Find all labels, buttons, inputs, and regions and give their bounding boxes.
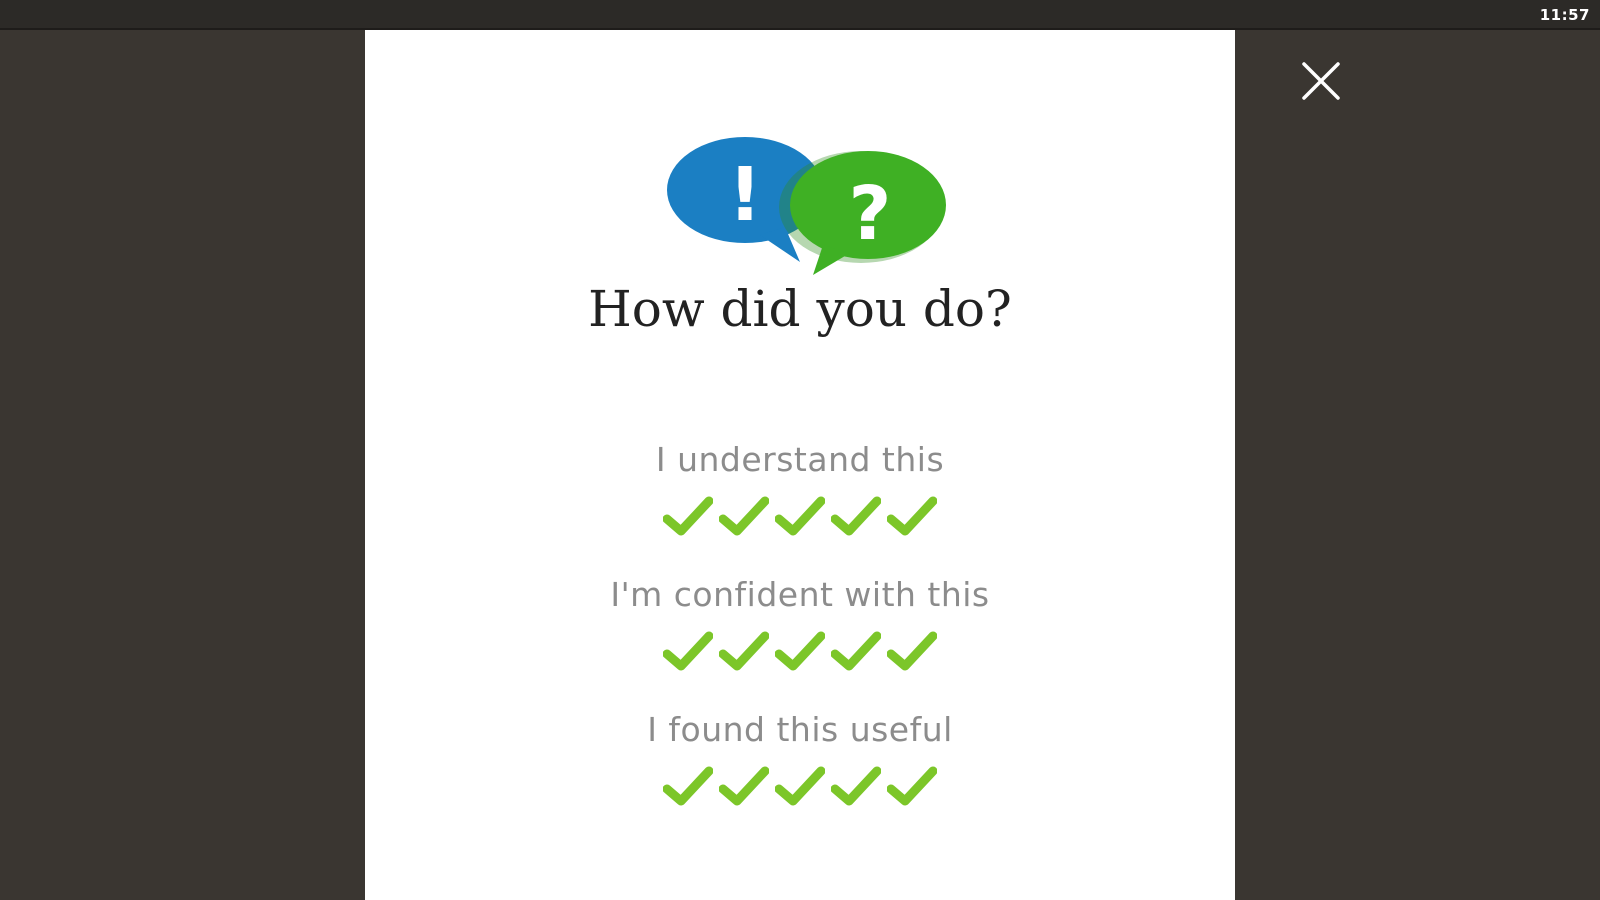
checkmark-icon[interactable] xyxy=(663,495,713,537)
checkmark-icon[interactable] xyxy=(775,765,825,807)
checkmark-icon[interactable] xyxy=(719,495,769,537)
checkmark-icon[interactable] xyxy=(831,495,881,537)
checkmark-icon[interactable] xyxy=(887,495,937,537)
svg-text:!: ! xyxy=(728,152,762,238)
svg-text:?: ? xyxy=(849,171,892,257)
checkmark-icon[interactable] xyxy=(719,630,769,672)
rating-checks xyxy=(365,630,1235,672)
dialog-title: How did you do? xyxy=(588,280,1012,338)
rating-confident: I'm confident with this xyxy=(365,575,1235,672)
rating-checks xyxy=(365,495,1235,537)
close-button[interactable] xyxy=(1300,60,1342,102)
speech-bubbles-icon: ! ? xyxy=(667,137,946,275)
status-bar: 11:57 xyxy=(0,0,1600,30)
checkmark-icon[interactable] xyxy=(831,630,881,672)
rating-understand: I understand this xyxy=(365,440,1235,537)
checkmark-icon[interactable] xyxy=(887,765,937,807)
feedback-dialog: ! ? How did you do? I understand this I'… xyxy=(365,30,1235,900)
checkmark-icon[interactable] xyxy=(663,765,713,807)
rating-label: I found this useful xyxy=(647,710,953,749)
rating-checks xyxy=(365,765,1235,807)
rating-label: I understand this xyxy=(655,440,945,479)
status-time: 11:57 xyxy=(1539,6,1590,24)
checkmark-icon[interactable] xyxy=(831,765,881,807)
checkmark-icon[interactable] xyxy=(775,495,825,537)
checkmark-icon[interactable] xyxy=(887,630,937,672)
close-icon xyxy=(1302,62,1340,100)
checkmark-icon[interactable] xyxy=(663,630,713,672)
checkmark-icon[interactable] xyxy=(775,630,825,672)
rating-label: I'm confident with this xyxy=(610,575,990,614)
checkmark-icon[interactable] xyxy=(719,765,769,807)
rating-useful: I found this useful xyxy=(365,710,1235,807)
